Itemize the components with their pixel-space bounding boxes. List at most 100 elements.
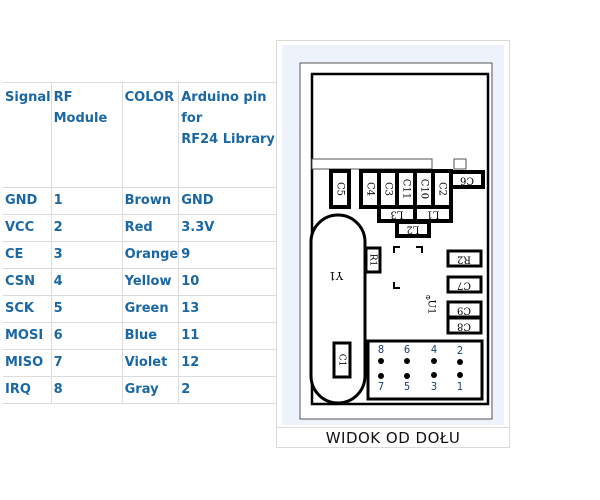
cell-arduino: 13 xyxy=(178,295,283,323)
svg-text:C11: C11 xyxy=(401,179,412,199)
cell-arduino: 9 xyxy=(178,241,283,269)
pin-label-4: 4 xyxy=(431,343,437,356)
pin-4 xyxy=(431,358,437,364)
cell-color: Violet xyxy=(122,349,180,377)
svg-text:C8: C8 xyxy=(457,321,471,332)
component-c7: C7 xyxy=(446,275,483,294)
cell-color: Blue xyxy=(122,322,180,350)
table-row: VCC 2 Red 3.3V xyxy=(3,214,283,242)
cell-color: Red xyxy=(122,214,180,242)
cell-rf-module: 2 xyxy=(51,214,123,242)
component-c4: C4 xyxy=(359,169,381,209)
cell-signal: CE xyxy=(3,241,52,269)
svg-text:Y1: Y1 xyxy=(329,269,344,282)
svg-text:C9: C9 xyxy=(457,305,471,316)
cell-signal: GND xyxy=(3,187,52,215)
cell-arduino: 3.3V xyxy=(178,214,283,242)
component-c11: C11 xyxy=(395,169,417,209)
table-row: CE 3 Orange 9 xyxy=(3,241,283,269)
pin-3 xyxy=(431,372,437,378)
pin-5 xyxy=(404,373,410,379)
table-row: IRQ 8 Gray 2 xyxy=(3,376,283,404)
cell-rf-module: 1 xyxy=(51,187,123,215)
cell-rf-module: 4 xyxy=(51,268,123,296)
pin-2 xyxy=(457,359,463,365)
cell-arduino: 11 xyxy=(178,322,283,350)
component-r1: R1 xyxy=(364,246,382,274)
cell-color: Yellow xyxy=(122,268,180,296)
table-row: SCK 5 Green 13 xyxy=(3,295,283,323)
cell-color: Brown xyxy=(122,187,180,215)
pin-label-3: 3 xyxy=(431,380,437,393)
cell-signal: MOSI xyxy=(3,322,52,350)
table-row: MOSI 6 Blue 11 xyxy=(3,322,283,350)
header-arduino-line2: for xyxy=(181,111,203,126)
pin-6 xyxy=(404,358,410,364)
cell-signal: SCK xyxy=(3,295,52,323)
svg-text:C6: C6 xyxy=(460,175,474,186)
cell-color: Orange xyxy=(122,241,180,269)
pin-7 xyxy=(378,373,384,379)
component-c3: C3 xyxy=(377,169,399,209)
component-c1: C1 xyxy=(332,341,352,379)
cell-signal: VCC xyxy=(3,214,52,242)
svg-text:R2: R2 xyxy=(457,254,471,265)
pin-8 xyxy=(378,358,384,364)
table-row: GND 1 Brown GND xyxy=(3,187,283,215)
pin-label-8: 8 xyxy=(378,343,384,356)
cell-rf-module: 8 xyxy=(51,376,123,404)
header-signal: Signal xyxy=(3,82,52,188)
component-c2: C2 xyxy=(431,169,453,209)
cell-rf-module: 7 xyxy=(51,349,123,377)
header-rf-module: RF Module xyxy=(51,82,123,188)
component-c5: C5 xyxy=(329,169,351,209)
component-l2: L2 xyxy=(395,220,431,238)
cell-arduino: 10 xyxy=(178,268,283,296)
cell-signal: IRQ xyxy=(3,376,52,404)
figure-caption: WIDOK OD DOŁU xyxy=(277,427,509,448)
svg-text:R1: R1 xyxy=(368,254,378,267)
u1-label: U1 xyxy=(426,300,437,315)
figure-image-area: C5 C4 C3 C11 C10 C2 C6 L3 L1 L2 Y1 R1 e … xyxy=(282,45,504,425)
component-r2: R2 xyxy=(446,249,483,268)
table-row: MISO 7 Violet 12 xyxy=(3,349,283,377)
cell-rf-module: 3 xyxy=(51,241,123,269)
component-c9: C9 xyxy=(446,300,483,319)
cell-signal: MISO xyxy=(3,349,52,377)
component-c6: C6 xyxy=(449,170,485,189)
cell-arduino: 2 xyxy=(178,376,283,404)
svg-text:C4: C4 xyxy=(365,182,376,196)
cell-rf-module: 6 xyxy=(51,322,123,350)
antenna-pad xyxy=(453,158,467,170)
header-arduino-line1: Arduino pin xyxy=(181,90,267,105)
header-color: COLOR xyxy=(122,82,180,188)
svg-text:C3: C3 xyxy=(383,182,394,196)
svg-text:C1: C1 xyxy=(337,354,347,367)
module-bottom-view-figure: C5 C4 C3 C11 C10 C2 C6 L3 L1 L2 Y1 R1 e … xyxy=(276,40,510,448)
pin-mapping-table: Signal RF Module COLOR Arduino pin for R… xyxy=(3,82,283,404)
component-l1: L1 xyxy=(413,205,453,223)
cell-signal: CSN xyxy=(3,268,52,296)
antenna-strip xyxy=(311,158,433,170)
cell-color: Green xyxy=(122,295,180,323)
pin-1 xyxy=(457,372,463,378)
pin-header: 8 6 4 2 7 5 3 1 xyxy=(366,339,484,401)
table-row: CSN 4 Yellow 10 xyxy=(3,268,283,296)
pin-label-7: 7 xyxy=(378,380,384,393)
component-c8: C8 xyxy=(446,316,483,335)
svg-text:C7: C7 xyxy=(457,280,471,291)
cell-arduino: GND xyxy=(178,187,283,215)
svg-text:L2: L2 xyxy=(406,224,419,235)
svg-text:C10: C10 xyxy=(419,179,430,199)
pin-label-2: 2 xyxy=(457,344,463,357)
component-c10: C10 xyxy=(413,169,435,209)
svg-text:L3: L3 xyxy=(390,209,403,220)
nrf24-board-diagram: C5 C4 C3 C11 C10 C2 C6 L3 L1 L2 Y1 R1 e … xyxy=(299,62,493,420)
pin-label-5: 5 xyxy=(404,380,410,393)
component-l3: L3 xyxy=(377,205,417,223)
svg-text:L1: L1 xyxy=(426,209,439,220)
cell-arduino: 12 xyxy=(178,349,283,377)
pin-label-1: 1 xyxy=(457,380,463,393)
header-arduino-pin: Arduino pin for RF24 Library xyxy=(178,82,283,188)
cell-color: Gray xyxy=(122,376,180,404)
